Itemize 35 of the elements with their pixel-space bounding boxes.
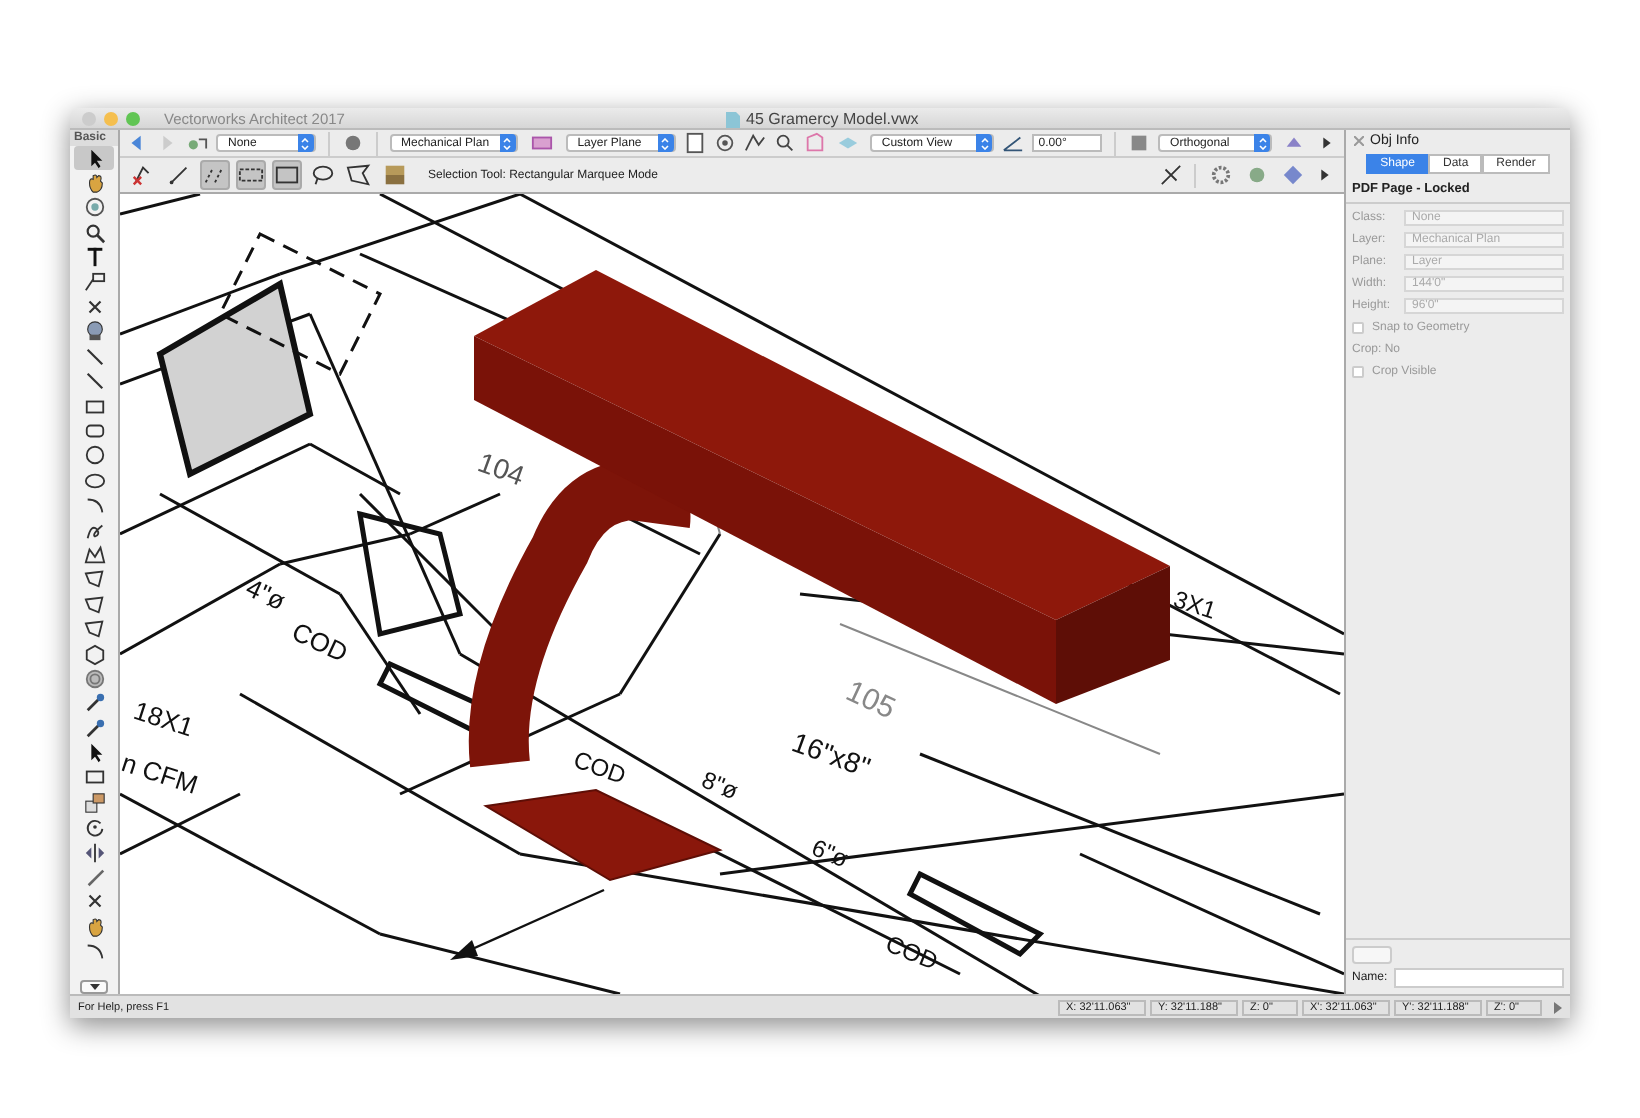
dotted-line-icon[interactable]: [200, 160, 230, 190]
class-icon[interactable]: [186, 132, 208, 154]
plan-label: 18X1: [130, 695, 198, 743]
expand-arrow-icon[interactable]: [1550, 999, 1566, 1015]
window-title: 45 Gramercy Model.vwx: [746, 110, 919, 128]
plan-label: 8"ø: [697, 765, 743, 806]
lasso-icon[interactable]: [308, 160, 338, 190]
angle-icon[interactable]: [1002, 132, 1025, 154]
plan-label: 3X1: [1170, 585, 1220, 625]
marquee-icon[interactable]: [236, 160, 266, 190]
plan-label: 16"x8": [787, 725, 875, 784]
document-icon: [726, 111, 740, 127]
plan-label: 105: [840, 674, 901, 727]
plan-label: COD: [569, 745, 630, 790]
rectangle-icon[interactable]: [272, 160, 302, 190]
chair-icon[interactable]: [380, 160, 410, 190]
view-icon[interactable]: [713, 132, 736, 154]
name-field[interactable]: [1393, 968, 1564, 988]
checkbox[interactable]: [1352, 366, 1364, 378]
plan-label: COD: [287, 616, 353, 668]
plan-label: 4"ø: [241, 572, 291, 617]
caret-icon: [979, 137, 990, 149]
caret-icon: [1257, 137, 1267, 149]
palette-menu-button[interactable]: [80, 980, 108, 994]
plan-label: 104: [473, 445, 529, 492]
pointer-icon[interactable]: [74, 146, 114, 171]
caret-icon: [89, 984, 99, 990]
zoom-icon[interactable]: [773, 132, 796, 154]
caret-icon: [300, 137, 311, 149]
sheet-icon[interactable]: [683, 132, 706, 154]
plan-label: n CFM: [120, 747, 202, 800]
polygon-icon[interactable]: [344, 160, 374, 190]
checkbox[interactable]: [1352, 322, 1364, 334]
caret-icon: [502, 137, 513, 149]
caret-icon: [660, 137, 671, 149]
